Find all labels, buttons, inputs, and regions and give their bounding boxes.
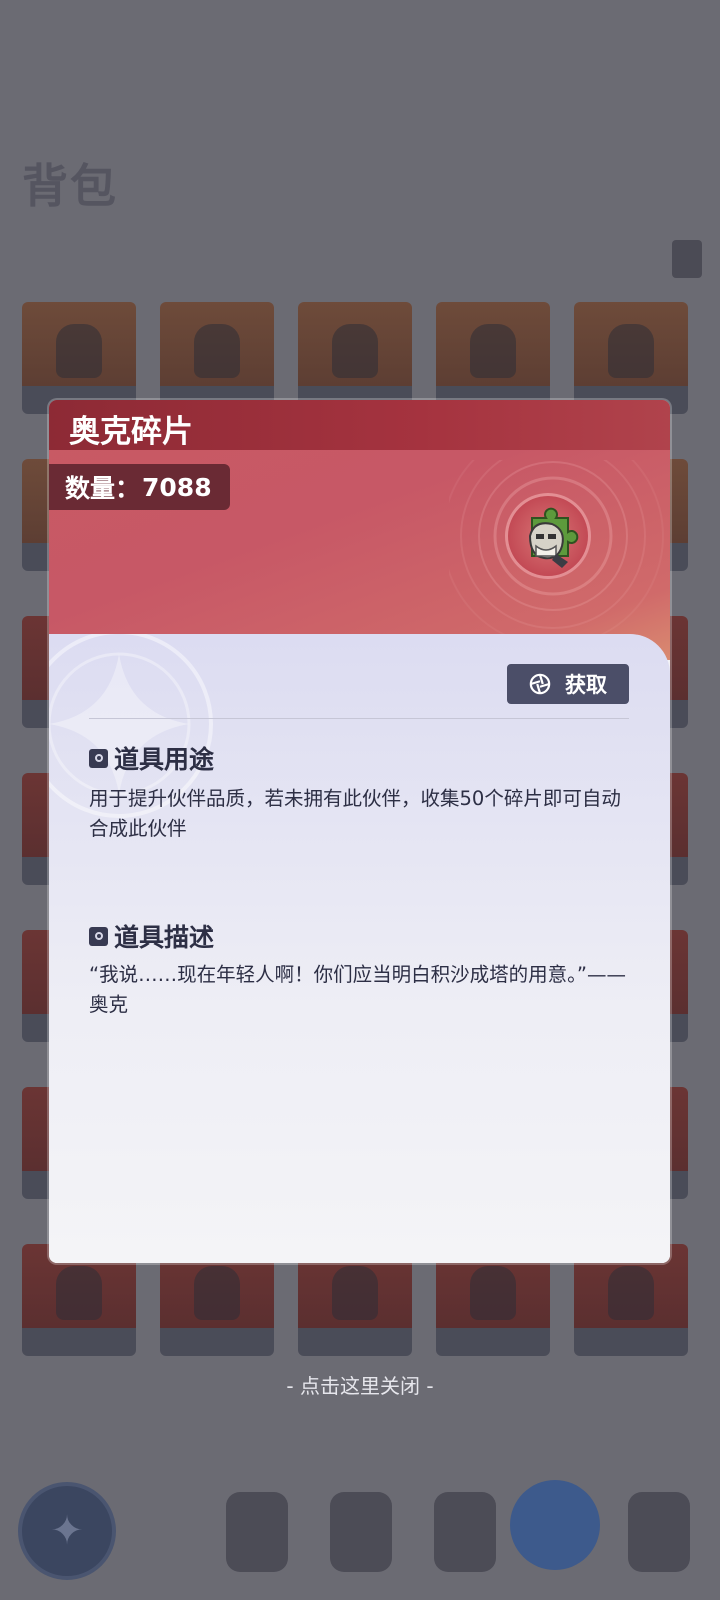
obtain-button[interactable]: 获取 — [507, 664, 629, 704]
description-heading-text: 道具描述 — [114, 923, 215, 952]
inventory-row — [22, 302, 698, 414]
inventory-card[interactable] — [22, 302, 136, 414]
puzzle-fragment-icon — [528, 507, 579, 568]
item-title: 奥克碎片 — [69, 414, 193, 450]
nav-item[interactable] — [226, 1492, 288, 1572]
nav-item-active[interactable] — [510, 1480, 600, 1570]
section-bullet-icon — [89, 748, 108, 768]
item-detail-modal: 奥克碎片 数量： 7088 获取 道具用途 用于提升伙伴品质，若未拥有此伙伴，收… — [49, 400, 670, 1263]
inventory-card[interactable] — [574, 302, 688, 414]
close-hint[interactable]: - 点击这里关闭 - — [0, 1370, 720, 1399]
quantity-label: 数量： — [65, 474, 141, 503]
title-bar: 奥克碎片 — [49, 400, 670, 450]
obtain-label: 获取 — [565, 673, 607, 697]
background-title: 背包 — [22, 159, 118, 213]
quantity-value: 7088 — [142, 472, 212, 502]
modal-body: 获取 道具用途 用于提升伙伴品质，若未拥有此伙伴，收集50个碎片即可自动合成此伙… — [49, 634, 670, 1263]
sort-icon — [672, 240, 702, 278]
usage-heading-text: 道具用途 — [114, 745, 215, 774]
nav-item[interactable] — [628, 1492, 690, 1572]
divider — [89, 718, 629, 719]
description-text: “我说……现在年轻人啊！你们应当明白积沙成塔的用意。”——奥克 — [89, 963, 626, 1016]
section-bullet-icon — [89, 926, 108, 946]
usage-text: 用于提升伙伴品质，若未拥有此伙伴，收集50个碎片即可自动合成此伙伴 — [89, 787, 621, 840]
inventory-card[interactable] — [160, 302, 274, 414]
aperture-icon — [529, 673, 551, 695]
chat-icon: ✦ — [50, 1508, 84, 1554]
modal-header: 奥克碎片 数量： 7088 — [49, 400, 670, 660]
usage-heading: 道具用途 — [89, 740, 214, 776]
nav-item[interactable] — [330, 1492, 392, 1572]
bottom-nav-bar: ✦ — [0, 1430, 720, 1600]
chat-button[interactable]: ✦ — [18, 1482, 116, 1580]
quantity-badge: 数量： 7088 — [49, 464, 230, 510]
inventory-card[interactable] — [436, 302, 550, 414]
description-heading: 道具描述 — [89, 918, 214, 954]
item-thumbnail — [505, 493, 591, 579]
inventory-card[interactable] — [298, 302, 412, 414]
nav-item[interactable] — [434, 1492, 496, 1572]
